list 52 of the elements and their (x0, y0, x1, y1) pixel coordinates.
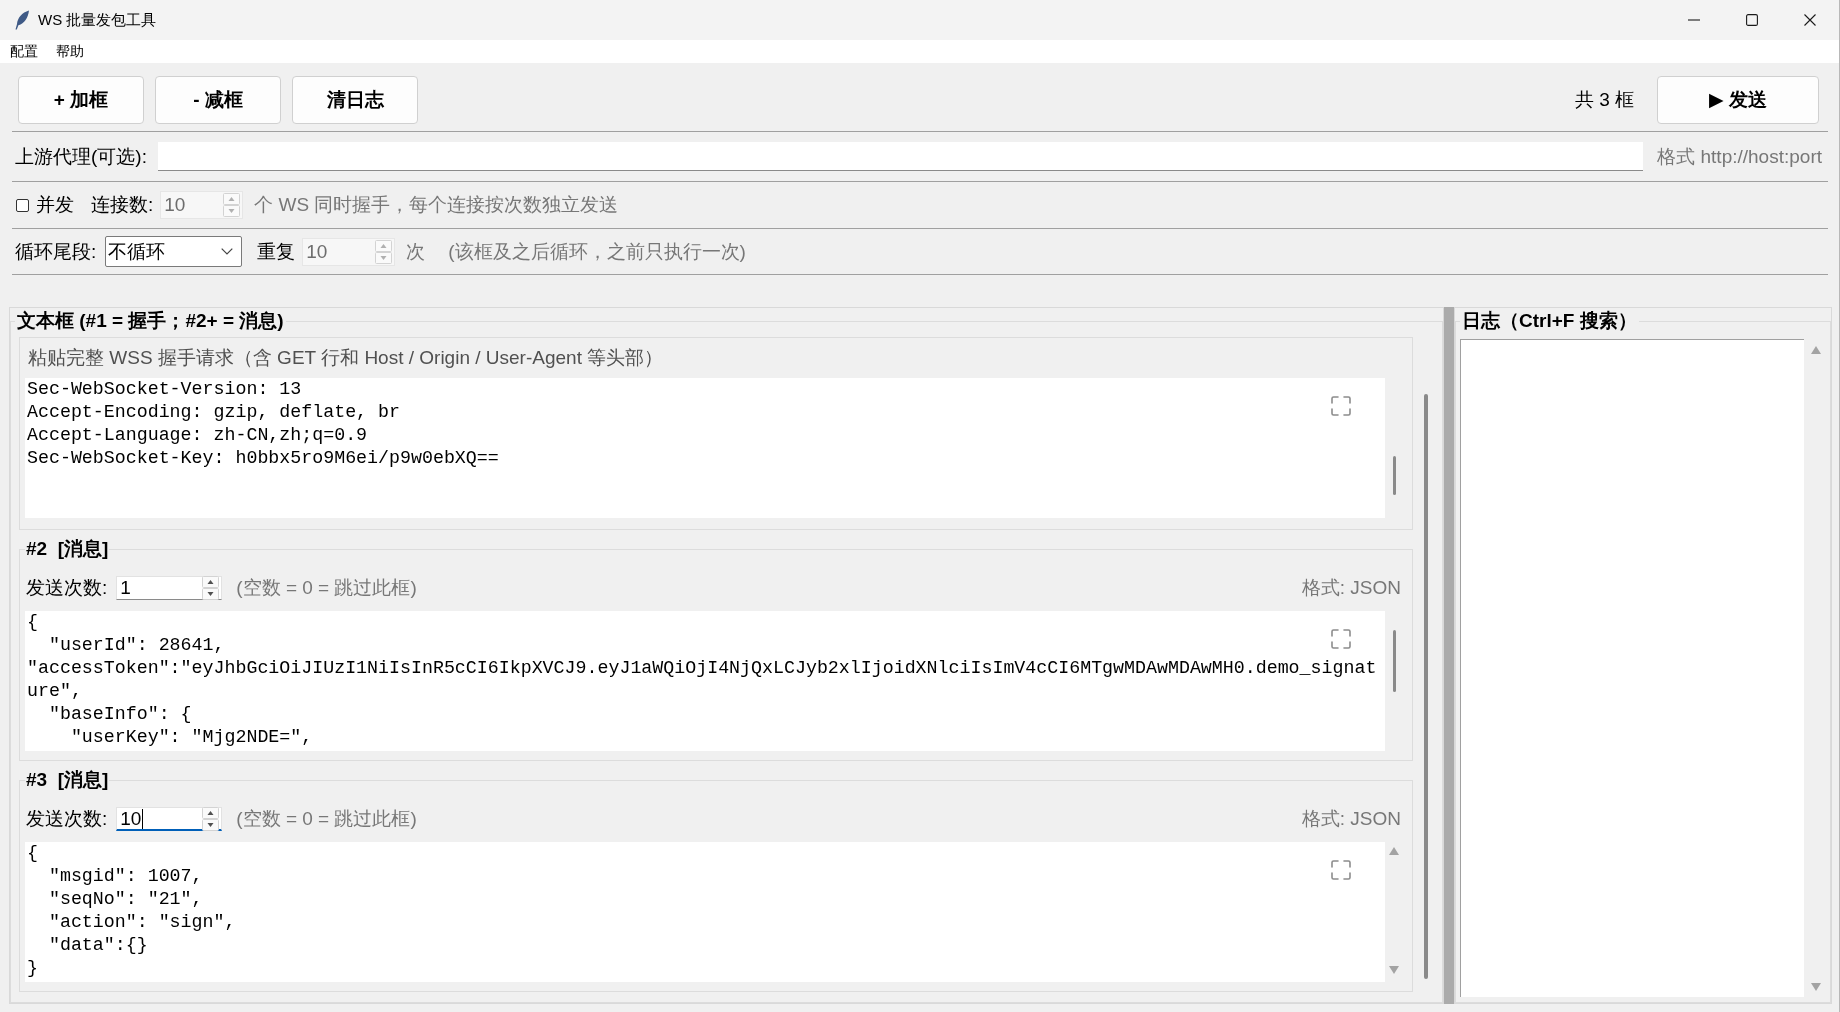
spin-arrows-icon[interactable] (202, 806, 220, 831)
chevron-down-icon (221, 248, 234, 255)
spin-arrows-icon[interactable] (202, 576, 220, 600)
proxy-input-field[interactable] (157, 142, 1644, 171)
frame-title: #2 [消息] (25, 538, 110, 560)
triangle-up-icon[interactable] (1389, 847, 1399, 855)
proxy-label: 上游代理(可选): (15, 144, 147, 169)
panel-title: 日志（Ctrl+F 搜索） (1461, 309, 1638, 333)
repeat-unit: 次 (406, 239, 426, 264)
scrollbar-thumb[interactable] (1392, 456, 1396, 495)
expand-icon[interactable] (1331, 629, 1351, 649)
code-editor[interactable]: { "msgid": 1007, "seqNo": "21", "action": "sign", "data":{} } (25, 842, 1385, 982)
connections-note: 个 WS 同时握手，每个连接按次数独立发送 (254, 193, 619, 217)
feather-icon (14, 10, 30, 30)
triangle-up-icon[interactable] (1811, 346, 1821, 354)
hint-text: 粘贴完整 WSS 握手请求（含 GET 行和 Host / Origin / User-Agent 等头部） (28, 346, 664, 370)
loop-dropdown[interactable]: 不循环 (105, 236, 243, 267)
expand-icon[interactable] (1331, 860, 1351, 880)
count-label: 发送次数: (26, 807, 108, 831)
count-spinbox[interactable]: 10 (116, 807, 223, 831)
format-label: 格式: JSON (1301, 807, 1401, 831)
connections-label: 连接数: (91, 193, 154, 217)
count-hint: (空数 = 0 = 跳过此框) (236, 576, 417, 600)
count-spinbox[interactable]: 1 (116, 576, 223, 600)
proxy-hint: 格式 http://host:port (1657, 144, 1822, 169)
send-button[interactable]: ▶ 发送 (1657, 76, 1819, 124)
scrollbar-thumb[interactable] (1424, 394, 1428, 979)
format-label: 格式: JSON (1301, 576, 1401, 600)
triangle-down-icon[interactable] (1389, 966, 1399, 974)
checkbox[interactable] (16, 198, 29, 212)
frame-title: #3 [消息] (25, 769, 110, 791)
panel-title: 文本框 (#1 = 握手；#2+ = 消息) (16, 309, 285, 333)
close-icon (1804, 14, 1816, 26)
code-editor[interactable]: { "userId": 28641, "accessToken":"eyJhbGciOiJIUzI1NiIsInR5cCI6IkpXVCJ9.eyJ1aWQiOjI4NjQxLCJyb2xlIjoidXNlciIsImV4cCI6MTgwMDAwMDAwMH0.demo_signat ure", "baseInfo": { "userKey": "Mjg2NDE=", (25, 611, 1385, 751)
window-title: WS 批量发包工具 (38, 10, 157, 30)
loop-note: (该框及之后循环，之前只执行一次) (448, 239, 746, 264)
menu-item[interactable]: 帮助 (47, 40, 93, 63)
maximize-icon (1746, 14, 1758, 26)
checkbox-label: 并发 (36, 193, 74, 217)
expand-icon[interactable] (1331, 396, 1351, 416)
count-hint: (空数 = 0 = 跳过此框) (236, 807, 417, 831)
menu-item[interactable]: 配置 (1, 40, 47, 63)
toolbar-button[interactable]: - 减框 (155, 76, 281, 124)
scrollbar-thumb[interactable] (1392, 630, 1396, 692)
loop-label: 循环尾段: (15, 239, 97, 264)
repeat-label: 重复 (257, 239, 296, 264)
triangle-down-icon[interactable] (1811, 983, 1821, 991)
toolbar-button[interactable]: + 加框 (18, 76, 144, 124)
count-label: 发送次数: (26, 576, 108, 600)
toolbar-button[interactable]: 清日志 (292, 76, 418, 124)
frame-count: 共 3 框 (1574, 88, 1634, 112)
code-editor[interactable]: Sec-WebSocket-Version: 13 Accept-Encoding: gzip, deflate, br Accept-Language: zh-CN,zh;q=0.9 Sec-WebSocket-Key: h0bbx5ro9M6ei/p9w0ebXQ== (25, 378, 1385, 518)
